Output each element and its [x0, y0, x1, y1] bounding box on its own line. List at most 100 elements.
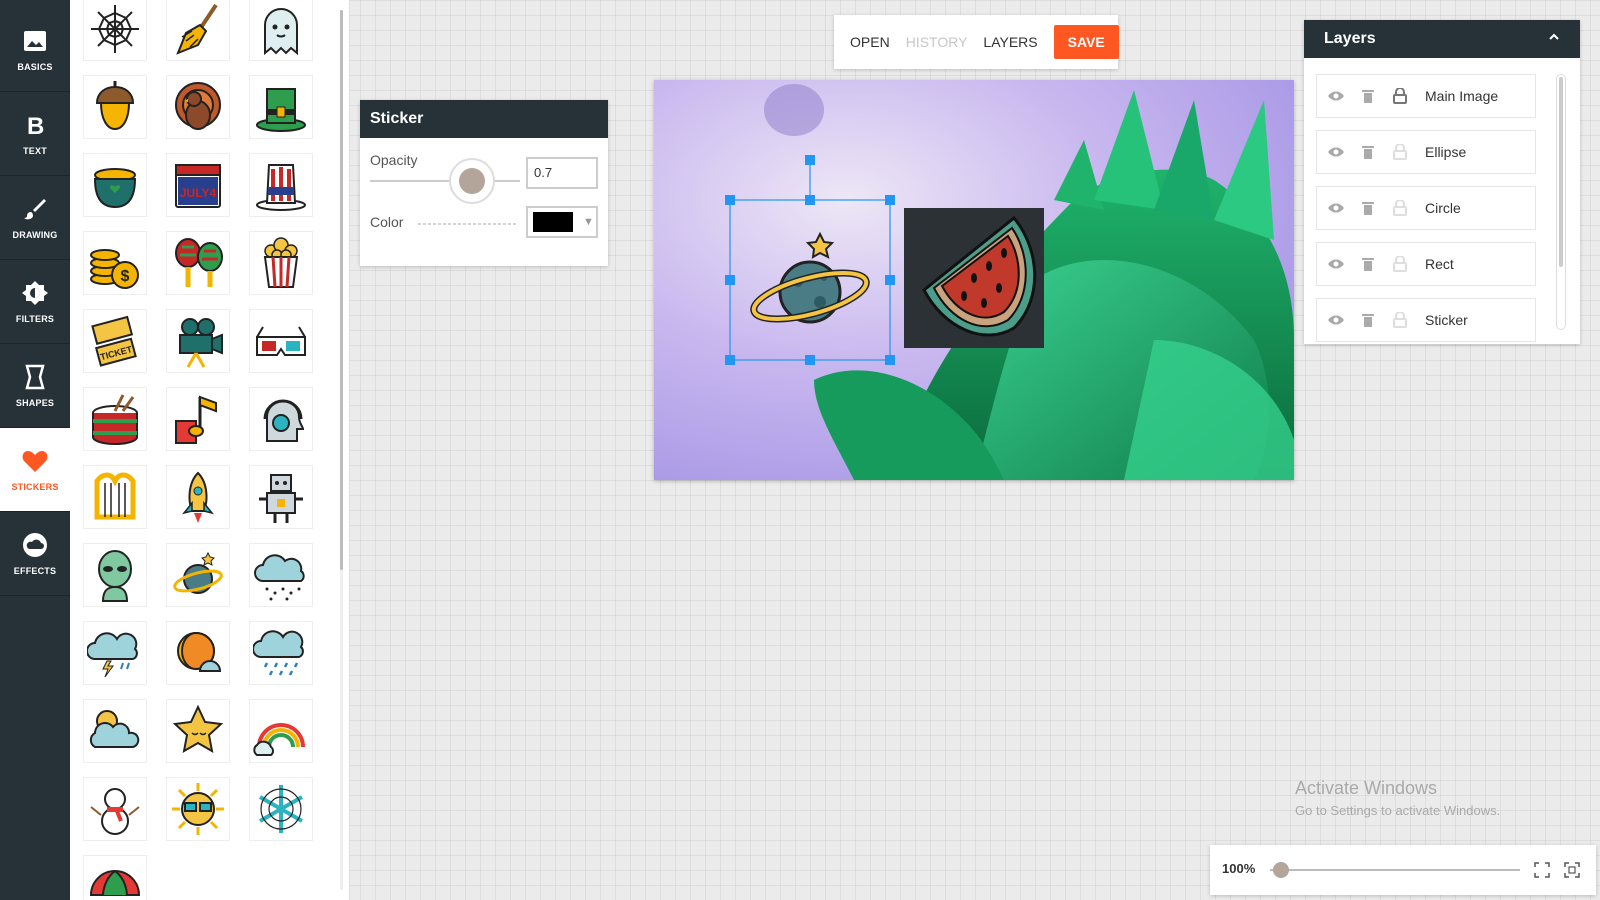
layer-name: Ellipse: [1425, 144, 1467, 160]
july4-text: JULY4: [180, 186, 217, 200]
july-4-calendar-icon[interactable]: JULY4: [167, 154, 229, 216]
zoom-slider-thumb[interactable]: [1273, 862, 1289, 878]
nav-drawing[interactable]: DRAWING: [0, 176, 70, 260]
snowflake-icon[interactable]: [250, 778, 312, 840]
layers-title: Layers: [1324, 30, 1376, 47]
eye-icon[interactable]: [1327, 311, 1345, 329]
ghost-icon[interactable]: [250, 0, 312, 60]
layers-scrollbar-thumb[interactable]: [1559, 77, 1563, 267]
activate-windows-watermark: Activate Windows Go to Settings to activ…: [1295, 778, 1500, 818]
nav-effects[interactable]: EFFECTS: [0, 512, 70, 596]
shape-icon: [22, 364, 48, 390]
layers-header[interactable]: Layers: [1304, 20, 1580, 58]
coins-icon[interactable]: $: [84, 232, 146, 294]
rocket-icon[interactable]: [167, 466, 229, 528]
rain-cloud-icon[interactable]: [250, 622, 312, 684]
svg-text:B: B: [27, 113, 44, 137]
tickets-icon[interactable]: TICKET: [84, 310, 146, 372]
color-label: Color: [370, 214, 404, 230]
cloud-icon: [22, 532, 48, 558]
unlock-icon[interactable]: [1391, 143, 1409, 161]
rainbow-icon[interactable]: [250, 700, 312, 762]
eye-icon[interactable]: [1327, 255, 1345, 273]
nav-shapes[interactable]: SHAPES: [0, 344, 70, 428]
selection-box[interactable]: [722, 150, 898, 370]
zoom-bar: 100%: [1210, 845, 1596, 895]
unlock-icon[interactable]: [1391, 255, 1409, 273]
trash-icon[interactable]: [1359, 311, 1377, 329]
acorn-icon[interactable]: [84, 76, 146, 138]
zoom-slider-track[interactable]: [1270, 869, 1520, 871]
watermelon-sticker[interactable]: [904, 208, 1044, 348]
sun-cloud-icon[interactable]: [84, 700, 146, 762]
zoom-level: 100%: [1222, 861, 1256, 876]
moon-sun-icon[interactable]: [167, 622, 229, 684]
snow-cloud-icon[interactable]: [250, 544, 312, 606]
nav-text[interactable]: B TEXT: [0, 92, 70, 176]
popcorn-icon[interactable]: [250, 232, 312, 294]
layers-button[interactable]: LAYERS: [983, 34, 1037, 50]
layer-name: Circle: [1425, 200, 1461, 216]
opacity-slider[interactable]: [370, 155, 520, 205]
unlock-icon[interactable]: [1391, 199, 1409, 217]
sun-sunglasses-icon[interactable]: [167, 778, 229, 840]
unlock-icon[interactable]: [1391, 311, 1409, 329]
leprechaun-hat-icon[interactable]: [250, 76, 312, 138]
turkey-icon[interactable]: [167, 76, 229, 138]
eye-icon[interactable]: [1327, 199, 1345, 217]
eye-icon[interactable]: [1327, 87, 1345, 105]
layer-item[interactable]: Circle: [1316, 186, 1536, 230]
nav-stickers[interactable]: STICKERS: [0, 428, 70, 512]
chevron-up-icon[interactable]: [1548, 20, 1560, 58]
nav-basics[interactable]: BASICS: [0, 8, 70, 92]
opacity-value-input[interactable]: 0.7: [526, 157, 598, 189]
snowman-icon[interactable]: [84, 778, 146, 840]
fit-screen-icon[interactable]: [1534, 862, 1550, 883]
alien-icon[interactable]: [84, 544, 146, 606]
uncle-sam-hat-icon[interactable]: [250, 154, 312, 216]
history-button[interactable]: HISTORY: [906, 34, 968, 50]
pot-of-gold-icon[interactable]: [84, 154, 146, 216]
color-picker[interactable]: ▼: [526, 206, 598, 238]
open-button[interactable]: OPEN: [850, 34, 890, 50]
planet-icon[interactable]: [167, 544, 229, 606]
star-icon[interactable]: [167, 700, 229, 762]
maracas-icon[interactable]: [167, 232, 229, 294]
bold-icon: B: [22, 112, 48, 138]
layer-item[interactable]: Ellipse: [1316, 130, 1536, 174]
robot-icon[interactable]: [250, 466, 312, 528]
spider-web-icon[interactable]: [84, 0, 146, 60]
nav-label: EFFECTS: [13, 565, 57, 576]
nav-label: FILTERS: [15, 313, 55, 324]
nav-label: STICKERS: [11, 481, 59, 492]
music-note-icon[interactable]: [167, 388, 229, 450]
lock-icon[interactable]: [1391, 87, 1409, 105]
umbrella-icon[interactable]: [84, 856, 146, 900]
storm-cloud-icon[interactable]: [84, 622, 146, 684]
nav-filters[interactable]: FILTERS: [0, 260, 70, 344]
trash-icon[interactable]: [1359, 87, 1377, 105]
top-toolbar: OPEN HISTORY LAYERS SAVE: [834, 15, 1119, 69]
editor-canvas[interactable]: [654, 80, 1294, 480]
trash-icon[interactable]: [1359, 255, 1377, 273]
sticker-grid: JULY4 $ TICKET: [84, 0, 324, 900]
layer-name: Sticker: [1425, 312, 1468, 328]
layer-item[interactable]: Main Image: [1316, 74, 1536, 118]
layer-item[interactable]: Sticker: [1316, 298, 1536, 342]
fullscreen-icon[interactable]: [1564, 862, 1580, 883]
trash-icon[interactable]: [1359, 199, 1377, 217]
trash-icon[interactable]: [1359, 143, 1377, 161]
headphones-head-icon[interactable]: [250, 388, 312, 450]
layer-item[interactable]: Rect: [1316, 242, 1536, 286]
3d-glasses-icon[interactable]: [250, 310, 312, 372]
harp-icon[interactable]: [84, 466, 146, 528]
save-button[interactable]: SAVE: [1053, 25, 1119, 59]
movie-camera-icon[interactable]: [167, 310, 229, 372]
broom-icon[interactable]: [167, 0, 229, 60]
sticker-scrollbar-thumb[interactable]: [340, 10, 343, 570]
eye-icon[interactable]: [1327, 143, 1345, 161]
svg-text:$: $: [121, 268, 130, 285]
nav-label: BASICS: [17, 61, 53, 72]
main-nav: BASICS B TEXT DRAWING FILTERS SHAPES STI…: [0, 0, 70, 900]
drum-icon[interactable]: [84, 388, 146, 450]
